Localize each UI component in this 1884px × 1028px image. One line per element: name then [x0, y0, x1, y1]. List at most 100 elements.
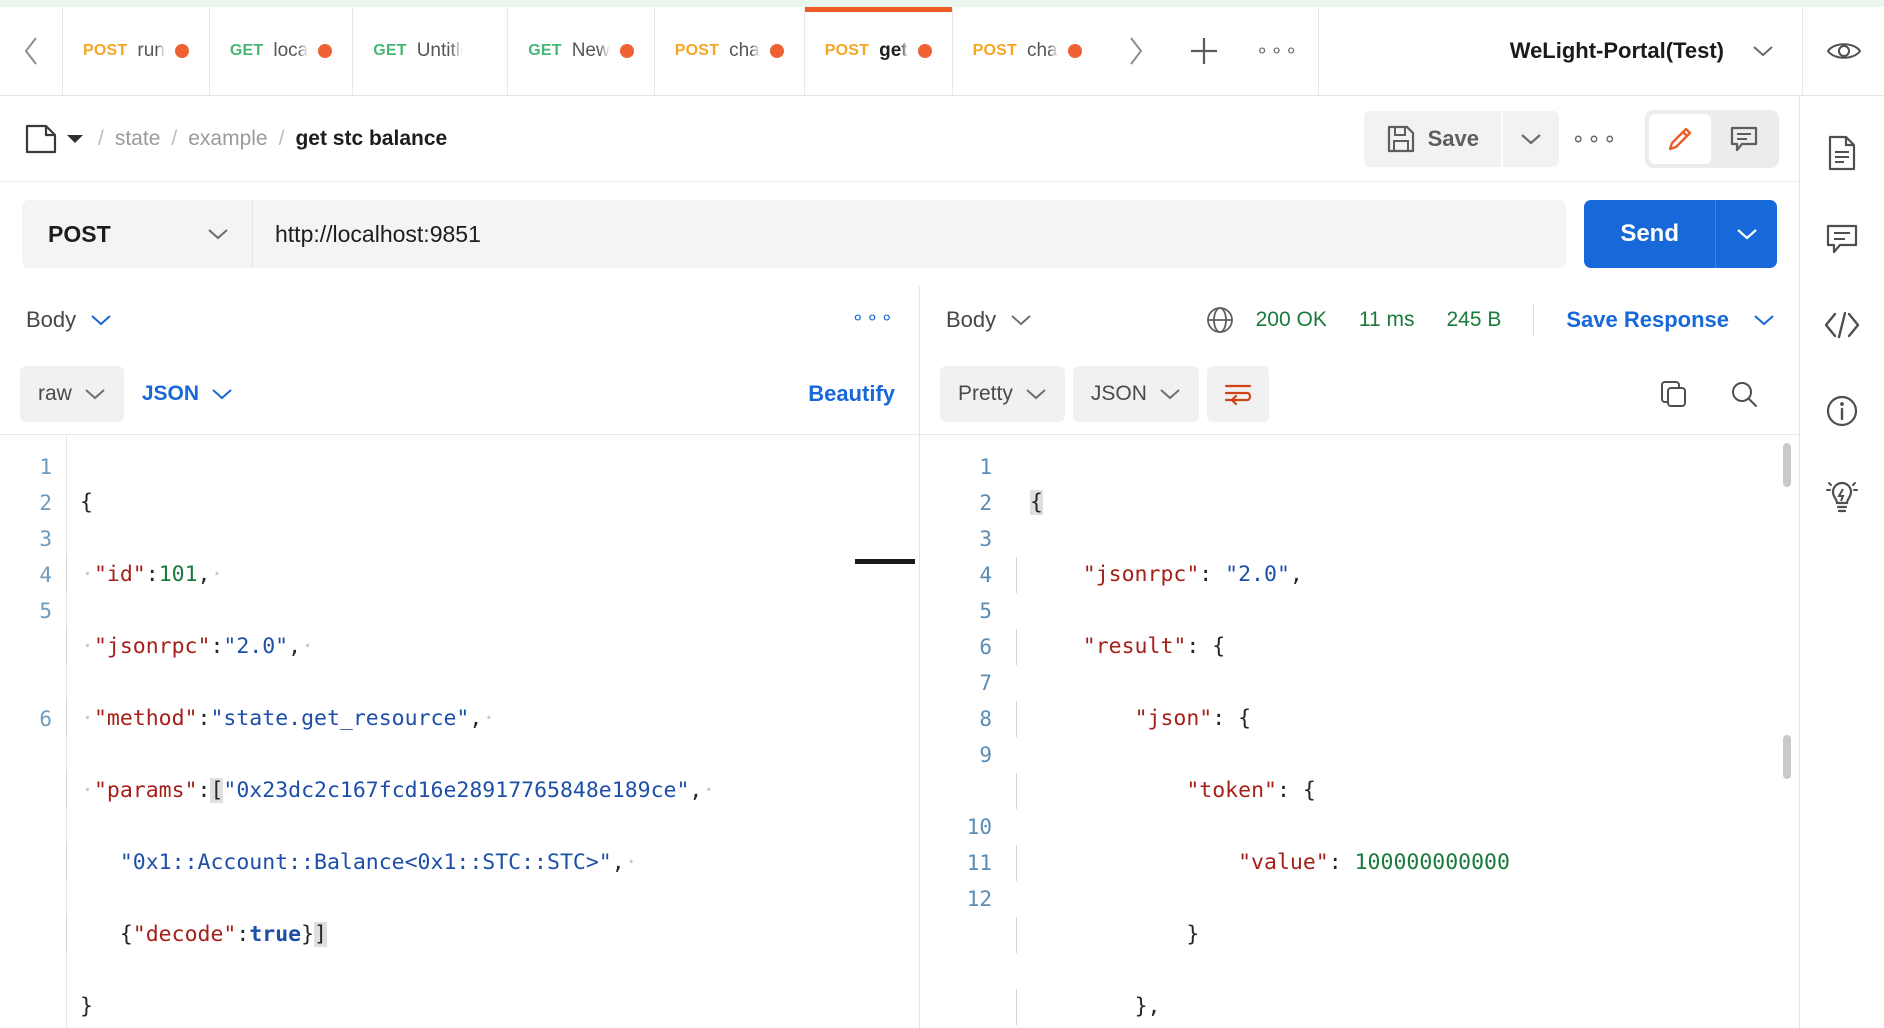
chevron-down-icon: [1754, 315, 1774, 326]
response-size: 245 B: [1446, 308, 1502, 331]
sidebar-item-documentation[interactable]: [1800, 110, 1884, 196]
response-scrollbar-thumb[interactable]: [1783, 735, 1791, 779]
request-more-actions-button[interactable]: ∘∘∘: [1559, 127, 1631, 149]
tab-label: cha: [729, 40, 760, 61]
pencil-icon: [1668, 127, 1692, 150]
code-line: ·"params":["0x23dc2c167fcd16e28917765848…: [66, 773, 919, 809]
send-button[interactable]: Send: [1584, 200, 1715, 268]
send-options-button[interactable]: [1715, 200, 1777, 268]
copy-response-button[interactable]: [1643, 366, 1705, 422]
eye-icon: [1826, 43, 1861, 59]
response-body-viewer[interactable]: 1 2 3 4 5 6 7 8 9 10 11 12 { "jsonrpc": "2.0", "res…: [920, 434, 1799, 1028]
response-status: 200 OK: [1255, 308, 1327, 331]
request-tab[interactable]: POST run: [62, 7, 209, 95]
document-icon: [1828, 135, 1856, 171]
tabs-list: POST run GET loca GET Untitle GET New PO…: [62, 7, 1102, 95]
breadcrumb-item[interactable]: example: [188, 127, 267, 151]
tab-method: POST: [824, 42, 870, 59]
code-line: "jsonrpc": "2.0",: [1016, 557, 1799, 593]
code-line: }: [80, 994, 93, 1019]
breadcrumb-separator: /: [171, 126, 178, 150]
response-body-code[interactable]: { "jsonrpc": "2.0", "result": { "json": …: [1006, 435, 1799, 1028]
window-top-strip: [0, 0, 1884, 7]
chevron-left-icon: [24, 37, 37, 65]
request-tab[interactable]: POST cha: [653, 7, 804, 95]
sidebar-item-info[interactable]: [1800, 368, 1884, 454]
comment-mode-button[interactable]: [1713, 114, 1775, 164]
sidebar-item-code-snippet[interactable]: [1800, 282, 1884, 368]
editor-horizontal-scrollbar[interactable]: [855, 559, 915, 564]
request-body-more-button[interactable]: ∘∘∘: [851, 308, 895, 329]
tab-label: loca: [273, 40, 309, 61]
tabs-scroll-right-button[interactable]: [1102, 7, 1170, 95]
tab-method: POST: [83, 42, 128, 59]
code-line: ·"method":"state.get_resource",·: [66, 701, 919, 737]
save-button[interactable]: Save: [1363, 110, 1501, 167]
request-pane-header: Body ∘∘∘: [0, 286, 919, 354]
request-tab[interactable]: GET New: [507, 7, 654, 95]
breadcrumb-item[interactable]: state: [115, 127, 161, 151]
body-mode-select[interactable]: raw: [20, 366, 124, 422]
save-response-button[interactable]: Save Response: [1566, 307, 1729, 333]
request-body-code[interactable]: { ·"id":101,· ·"jsonrpc":"2.0",· ·"metho…: [66, 435, 919, 1028]
code-line: "json": {: [1016, 701, 1799, 737]
request-body-editor[interactable]: 123456 { ·"id":101,· ·"jsonrpc":"2.0",· …: [0, 434, 919, 1028]
response-time: 11 ms: [1358, 308, 1415, 331]
response-view-select[interactable]: Pretty: [940, 366, 1065, 422]
code-line: {"decode":true}]: [66, 917, 919, 953]
tabs-more-button[interactable]: ∘∘∘: [1238, 7, 1318, 95]
new-tab-button[interactable]: [1170, 7, 1238, 95]
edit-mode-button[interactable]: [1649, 113, 1711, 164]
request-response-split: Body ∘∘∘ raw JSON Beautify 1 2 3 4 5 6 {…: [0, 286, 1799, 1028]
request-tab[interactable]: POST cha: [951, 7, 1102, 95]
divider: [1533, 303, 1535, 337]
wrap-lines-button[interactable]: [1206, 366, 1269, 422]
response-format-select[interactable]: JSON: [1072, 366, 1199, 422]
chevron-down-icon: [1736, 229, 1757, 240]
collection-selector[interactable]: [24, 123, 84, 155]
plus-icon: [1190, 38, 1217, 64]
code-line: ·"id":101,·: [66, 557, 919, 593]
chevron-down-icon: [1753, 46, 1773, 57]
response-line-numbers: 1 2 3 4 5 6 7 8 9 10 11 12: [966, 455, 992, 911]
beautify-button[interactable]: Beautify: [808, 381, 895, 407]
save-options-button[interactable]: [1503, 110, 1559, 167]
ellipsis-icon: ∘∘∘: [1255, 40, 1300, 62]
url-input[interactable]: http://localhost:9851: [252, 200, 1567, 268]
code-icon: [1824, 311, 1860, 339]
response-format-value: JSON: [1090, 382, 1147, 405]
request-title[interactable]: get stc balance: [295, 127, 447, 151]
unsaved-dot: [619, 44, 634, 58]
info-icon: [1826, 395, 1858, 427]
code-line: {: [80, 490, 93, 515]
watch-collection-button[interactable]: [1802, 7, 1884, 95]
breadcrumb-separator: /: [98, 126, 104, 150]
chevron-right-icon: [1129, 37, 1142, 65]
unsaved-dot: [917, 44, 932, 58]
save-button-group: Save: [1363, 110, 1559, 167]
response-pane-header: Body 200 OK 11 ms 245 B Save Response: [920, 286, 1799, 354]
tab-label: get: [879, 40, 908, 61]
http-method-select[interactable]: POST: [22, 200, 252, 268]
body-format-select[interactable]: JSON: [132, 366, 251, 422]
request-tab[interactable]: GET loca: [208, 7, 352, 95]
response-scrollbar-thumb-top[interactable]: [1783, 443, 1791, 487]
tab-label: run: [137, 40, 165, 61]
tabs-scroll-left-button[interactable]: [0, 7, 62, 95]
body-mode-value: raw: [38, 382, 72, 405]
workspace-name[interactable]: WeLight-Portal(Test): [1510, 38, 1724, 64]
request-tab[interactable]: GET Untitle: [352, 7, 507, 95]
unsaved-dot: [1067, 44, 1082, 58]
search-response-button[interactable]: [1713, 366, 1775, 422]
workspace-dropdown-button[interactable]: [1724, 43, 1802, 59]
unsaved-dot: [174, 44, 189, 58]
network-indicator[interactable]: [1204, 304, 1236, 336]
sidebar-item-postbot[interactable]: [1800, 454, 1884, 540]
lightbulb-icon: [1826, 481, 1858, 513]
right-sidebar: [1800, 96, 1884, 1028]
ellipsis-icon: ∘∘∘: [851, 307, 895, 329]
chevron-down-icon: [67, 134, 83, 143]
request-tab-active[interactable]: POST get: [803, 7, 952, 95]
sidebar-item-comments[interactable]: [1800, 196, 1884, 282]
breadcrumb-row: / state / example / get stc balance Save…: [0, 96, 1799, 182]
